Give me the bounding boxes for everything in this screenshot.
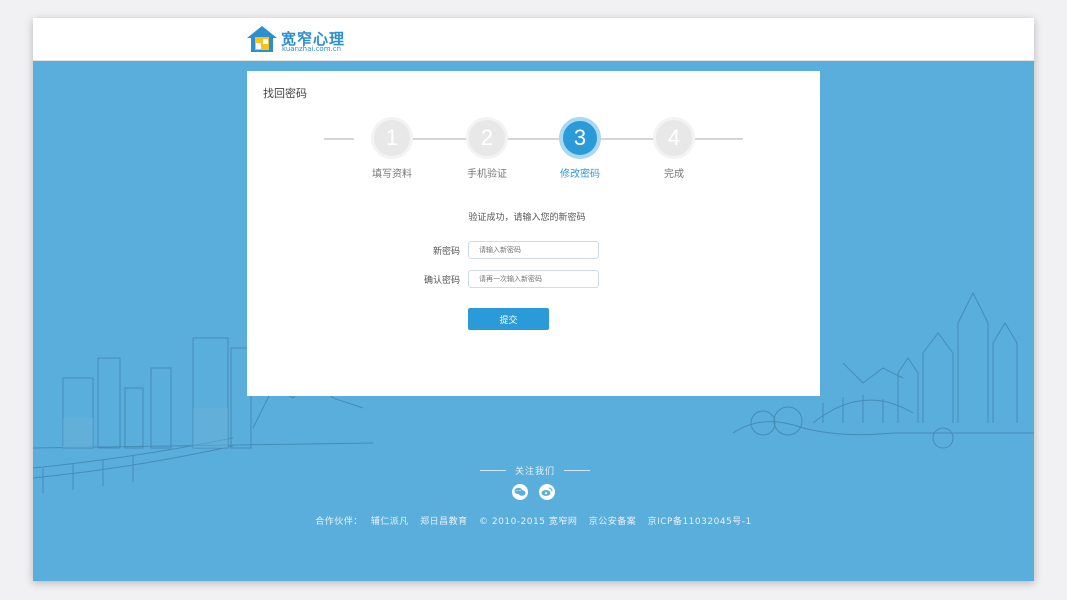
step-label: 手机验证 xyxy=(467,169,507,180)
partner-link[interactable]: 郑日昌教育 xyxy=(420,517,468,527)
step-connector xyxy=(324,138,354,140)
step-label: 填写资料 xyxy=(372,169,412,180)
step-number: 3 xyxy=(573,125,587,150)
wechat-glyph-icon xyxy=(514,487,526,496)
step-circle: 3 xyxy=(559,117,601,159)
confirm-password-label: 确认密码 xyxy=(423,276,460,286)
weibo-icon[interactable] xyxy=(539,484,555,500)
submit-button[interactable]: 提交 xyxy=(468,308,549,330)
new-password-row: 新密码 xyxy=(247,241,820,259)
step-2: 2 手机验证 xyxy=(447,117,527,180)
step-label: 修改密码 xyxy=(560,169,600,180)
confirm-password-input[interactable] xyxy=(468,270,599,288)
follow-label: 关注我们 xyxy=(515,467,556,477)
new-password-label: 新密码 xyxy=(432,247,460,257)
reset-password-card: 找回密码 1 填写资料 2 手机验证 3 修改密码 4 完成 验证成功，请输入您… xyxy=(247,71,820,396)
step-3: 3 修改密码 xyxy=(540,117,620,180)
step-label: 完成 xyxy=(664,169,684,180)
progress-steps: 1 填写资料 2 手机验证 3 修改密码 4 完成 xyxy=(247,117,820,187)
divider xyxy=(564,470,590,471)
step-circle: 4 xyxy=(653,117,695,159)
follow-us: 关注我们 xyxy=(480,464,590,477)
step-4: 4 完成 xyxy=(634,117,714,180)
weibo-glyph-icon xyxy=(541,487,553,496)
app-window: 宽窄心理 kuanzhai.com.cn 找回密码 1 填写资料 2 手机验证 … xyxy=(33,18,1034,581)
house-logo-icon xyxy=(247,26,277,52)
police-record-text: 京公安备案 xyxy=(588,517,637,527)
partners-label: 合作伙伴： xyxy=(315,517,363,527)
step-number: 1 xyxy=(385,125,399,150)
status-message: 验证成功，请输入您的新密码 xyxy=(468,213,586,223)
step-number: 4 xyxy=(667,125,681,150)
page-title: 找回密码 xyxy=(263,87,307,100)
icp-record-text[interactable]: 京ICP备11032045号-1 xyxy=(648,517,752,527)
step-circle: 2 xyxy=(466,117,508,159)
wechat-icon[interactable] xyxy=(512,484,528,500)
step-circle: 1 xyxy=(371,117,413,159)
top-header: 宽窄心理 kuanzhai.com.cn xyxy=(33,18,1034,61)
logo-domain: kuanzhai.com.cn xyxy=(282,45,342,53)
divider xyxy=(480,470,506,471)
site-logo[interactable]: 宽窄心理 kuanzhai.com.cn xyxy=(245,24,355,56)
step-1: 1 填写资料 xyxy=(352,117,432,180)
footer-info: 合作伙伴： 辅仁派凡 郑日昌教育 © 2010-2015 宽窄网 京公安备案 京I… xyxy=(33,514,1034,527)
new-password-input[interactable] xyxy=(468,241,599,259)
confirm-password-row: 确认密码 xyxy=(247,270,820,288)
copyright-text: © 2010-2015 宽窄网 xyxy=(479,517,578,527)
step-number: 2 xyxy=(480,125,494,150)
partner-link[interactable]: 辅仁派凡 xyxy=(371,517,409,527)
